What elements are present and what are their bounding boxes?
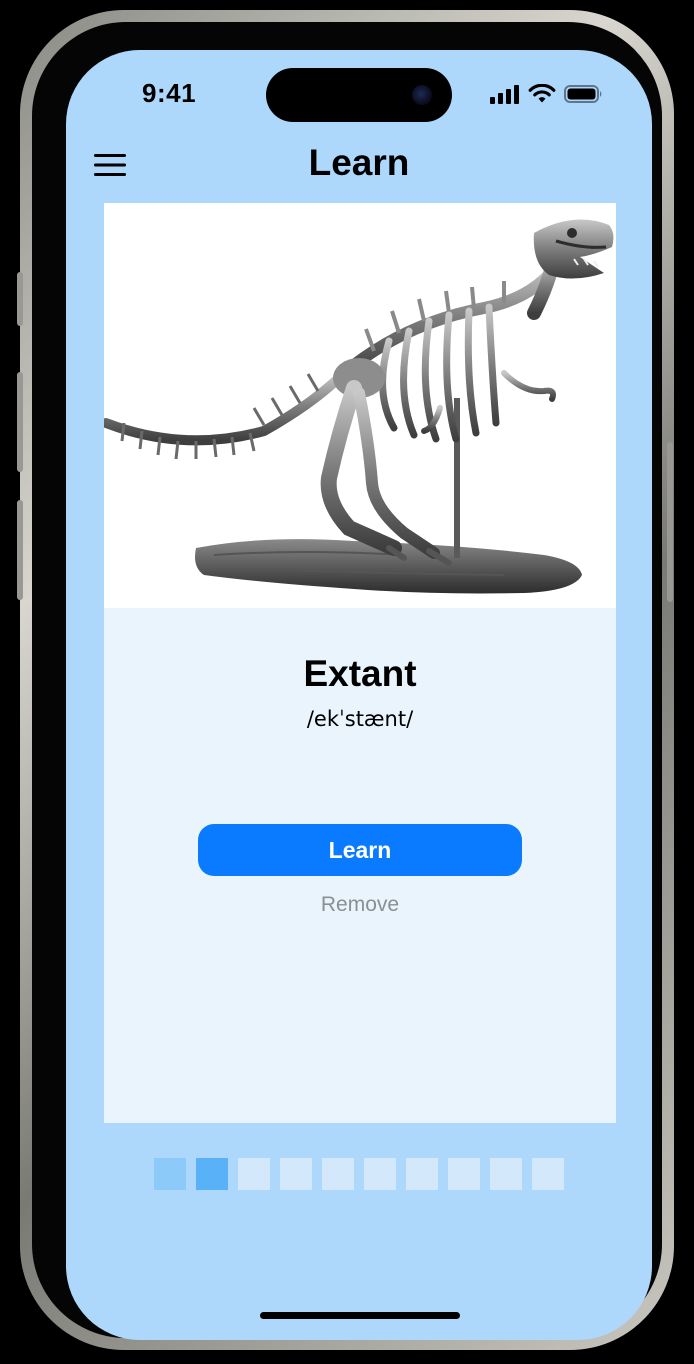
front-camera-icon (412, 85, 432, 105)
page-title: Learn (308, 142, 410, 183)
phone-frame: 9:41 Learn Extant /ekˈstænt/ Learn Remov… (17, 10, 674, 1350)
dynamic-island (266, 68, 452, 122)
pager-step[interactable] (532, 1158, 564, 1190)
wifi-icon (528, 84, 556, 103)
screen: 9:41 Learn Extant /ekˈstænt/ Learn Remov… (66, 50, 652, 1340)
pager-step[interactable] (448, 1158, 480, 1190)
pager-step[interactable] (322, 1158, 354, 1190)
status-time: 9:41 (142, 78, 197, 108)
power-button (667, 442, 673, 602)
pronunciation-text: /ekˈstænt/ (306, 707, 414, 731)
progress-pager (154, 1158, 564, 1190)
nav-header: Learn (66, 132, 652, 198)
pager-step[interactable] (238, 1158, 270, 1190)
battery-icon (564, 85, 602, 103)
pager-step[interactable] (154, 1158, 186, 1190)
home-indicator[interactable] (260, 1312, 460, 1319)
pager-step[interactable] (364, 1158, 396, 1190)
volume-down-button (17, 500, 23, 600)
volume-up-button (17, 372, 23, 472)
dinosaur-skeleton-image (101, 219, 614, 594)
action-button (17, 272, 23, 326)
word-title: Extant (303, 653, 417, 694)
pager-step[interactable] (280, 1158, 312, 1190)
pager-step[interactable] (490, 1158, 522, 1190)
word-image (101, 203, 616, 608)
word-card: Extant /ekˈstænt/ Learn Remove (101, 203, 616, 1123)
cellular-signal-icon (490, 85, 519, 104)
status-icons (490, 84, 604, 104)
pager-step[interactable] (406, 1158, 438, 1190)
learn-button[interactable]: Learn (198, 824, 522, 876)
bezel: 9:41 Learn Extant /ekˈstænt/ Learn Remov… (32, 22, 662, 1340)
remove-link[interactable]: Remove (104, 893, 616, 917)
pager-step[interactable] (196, 1158, 228, 1190)
